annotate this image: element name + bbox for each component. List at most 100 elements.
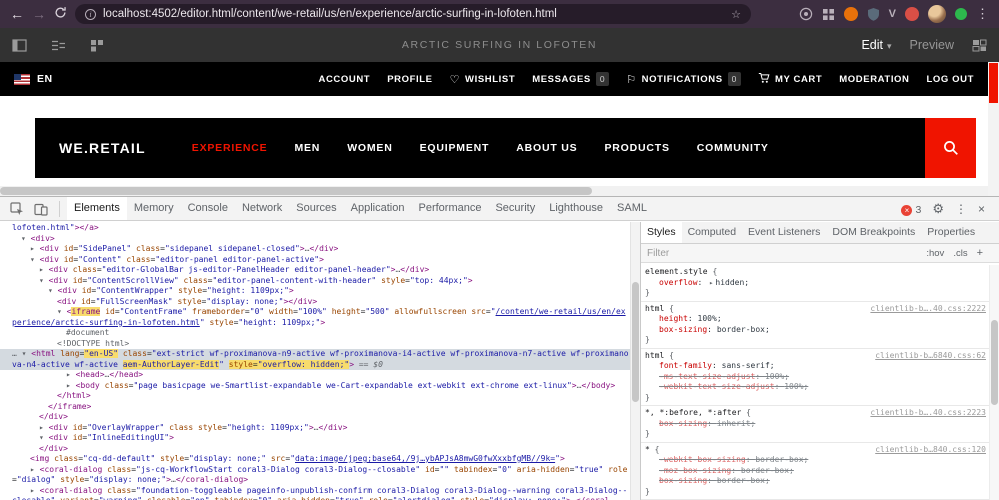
expand-arrow-icon[interactable]: ▾ — [57, 307, 67, 316]
browser-menu-icon[interactable]: ⋮ — [976, 6, 989, 22]
reload-button[interactable] — [54, 0, 67, 28]
page-horizontal-scrollbar-thumb[interactable] — [0, 187, 592, 195]
devtools-tab-console[interactable]: Console — [181, 197, 235, 220]
profile-status-dot[interactable] — [955, 8, 967, 20]
device-toolbar-icon[interactable] — [30, 198, 52, 220]
site-info-icon[interactable]: i — [85, 8, 96, 20]
cast-icon[interactable] — [799, 7, 813, 21]
expand-arrow-icon[interactable]: ▾ — [22, 349, 32, 358]
rule-selector[interactable]: html — [645, 351, 664, 360]
devtools-tab-network[interactable]: Network — [235, 197, 289, 220]
utility-item-moderation[interactable]: MODERATION — [839, 74, 909, 85]
page-vertical-scrollbar[interactable] — [988, 62, 999, 196]
dom-line[interactable]: ▾ <div id="InlineEditingUI"> — [0, 433, 630, 444]
devtools-close-icon[interactable]: × — [978, 202, 985, 216]
expand-arrow-icon[interactable]: ▸ — [30, 244, 40, 253]
dom-line[interactable]: ▸ <body class="page basicpage we-Smartli… — [0, 381, 630, 392]
locale-flag-icon[interactable] — [14, 73, 30, 85]
extension-orange-icon[interactable] — [843, 7, 858, 21]
error-badge[interactable]: × 3 — [901, 200, 921, 218]
search-button[interactable] — [925, 118, 976, 178]
stylesheet-link[interactable]: clientlib-b…6840.css:62 — [875, 351, 986, 362]
forward-button[interactable]: → — [32, 0, 46, 28]
expand-arrow-icon[interactable]: ▾ — [39, 433, 49, 442]
dom-line[interactable]: ▸ <coral-dialog class="js-cq-WorkflowSta… — [0, 465, 630, 486]
css-property[interactable]: box-sizing: border-box; — [645, 476, 986, 487]
expand-arrow-icon[interactable]: ▸ — [30, 486, 40, 495]
devtools-menu-icon[interactable]: ⋮ — [955, 202, 967, 216]
new-style-rule-button[interactable]: + — [977, 247, 983, 259]
components-icon[interactable] — [90, 39, 104, 52]
stylesheet-link[interactable]: clientlib-b…840.css:120 — [875, 445, 986, 456]
stylesheet-link[interactable]: clientlib-b….40.css:2223 — [870, 408, 986, 419]
utility-item-profile[interactable]: PROFILE — [387, 74, 432, 85]
bookmark-star-icon[interactable]: ☆ — [731, 8, 741, 21]
rule-selector[interactable]: element.style — [645, 267, 708, 276]
styles-sidebar-tab-styles[interactable]: Styles — [641, 222, 682, 243]
devtools-tab-security[interactable]: Security — [488, 197, 542, 220]
inspect-element-icon[interactable] — [6, 198, 28, 220]
dom-line[interactable]: #document — [0, 328, 630, 339]
elements-scrollbar[interactable] — [630, 222, 640, 500]
dom-line-selected[interactable]: … ▾ <html lang="en-US" class="ext-strict… — [0, 349, 630, 370]
class-toggle[interactable]: .cls — [953, 248, 967, 259]
css-property[interactable]: font-family: sans-serif; — [645, 361, 986, 372]
dom-line[interactable]: ▸ <div id="SidePanel" class="sidepanel s… — [0, 244, 630, 255]
styles-sidebar-tab-event-listeners[interactable]: Event Listeners — [742, 222, 826, 243]
utility-item-wishlist[interactable]: ♡ WISHLIST — [450, 73, 516, 86]
devtools-tab-elements[interactable]: Elements — [67, 197, 127, 220]
nav-item-experience[interactable]: EXPERIENCE — [192, 142, 268, 154]
expand-arrow-icon[interactable]: ▸ — [66, 370, 76, 379]
css-property[interactable]: -ms-text-size-adjust: 100%; — [645, 372, 986, 383]
avatar[interactable] — [928, 5, 946, 23]
expand-arrow-icon[interactable]: ▸ — [66, 381, 76, 390]
styles-scrollbar[interactable] — [989, 265, 999, 500]
devtools-tab-performance[interactable]: Performance — [411, 197, 488, 220]
dom-line[interactable]: </div> — [0, 444, 630, 455]
content-tree-icon[interactable] — [51, 39, 66, 52]
devtools-tab-application[interactable]: Application — [344, 197, 412, 220]
site-logo[interactable]: WE.RETAIL — [59, 140, 146, 156]
extension-shield-icon[interactable] — [867, 7, 880, 21]
expand-arrow-icon[interactable]: ▸ — [39, 423, 49, 432]
dom-line[interactable]: ▾ <div> — [0, 234, 630, 245]
expand-arrow-icon[interactable]: ▾ — [48, 286, 58, 295]
utility-item-account[interactable]: ACCOUNT — [318, 74, 370, 85]
dom-line[interactable]: </iframe> — [0, 402, 630, 413]
extension-red-icon[interactable] — [905, 7, 919, 21]
back-button[interactable]: ← — [10, 0, 24, 28]
page-vertical-scrollbar-thumb[interactable] — [989, 63, 998, 103]
dom-line[interactable]: </html> — [0, 391, 630, 402]
side-panel-toggle-icon[interactable] — [12, 38, 27, 52]
dom-line[interactable]: <!DOCTYPE html> — [0, 339, 630, 350]
url-text[interactable]: localhost:4502/editor.html/content/we-re… — [103, 8, 724, 20]
css-property[interactable]: -webkit-text-size-adjust: 100%; — [645, 382, 986, 393]
extension-v-icon[interactable]: V — [889, 8, 896, 20]
dom-line[interactable]: <img class="cq-dd-default" style="displa… — [0, 454, 630, 465]
dom-line[interactable]: ▾ <div id="ContentScrollView" class="edi… — [0, 276, 630, 287]
nav-item-equipment[interactable]: EQUIPMENT — [420, 142, 490, 154]
annotate-icon[interactable] — [972, 39, 987, 52]
styles-filter-input[interactable]: Filter — [647, 248, 926, 259]
stylesheet-link[interactable]: clientlib-b….40.css:2222 — [870, 304, 986, 315]
nav-item-men[interactable]: MEN — [294, 142, 320, 154]
nav-item-products[interactable]: PRODUCTS — [604, 142, 669, 154]
nav-item-women[interactable]: WOMEN — [347, 142, 392, 154]
dom-line[interactable]: ▾ <div id="Content" class="editor-panel … — [0, 255, 630, 266]
dom-line[interactable]: ▸ <head>…</head> — [0, 370, 630, 381]
pseudo-state-toggle[interactable]: :hov — [926, 248, 944, 259]
css-property[interactable]: -webkit-box-sizing: border-box; — [645, 455, 986, 466]
locale-label[interactable]: EN — [37, 73, 53, 85]
devtools-tab-memory[interactable]: Memory — [127, 197, 181, 220]
dom-line[interactable]: ▸ <coral-dialog class="foundation-toggle… — [0, 486, 630, 500]
devtools-tab-lighthouse[interactable]: Lighthouse — [542, 197, 610, 220]
settings-gear-icon[interactable]: ⚙ — [932, 201, 944, 217]
styles-sidebar-tab-dom-breakpoints[interactable]: DOM Breakpoints — [826, 222, 921, 243]
dom-line[interactable]: ▸ <div id="OverlayWrapper" class style="… — [0, 423, 630, 434]
expand-arrow-icon[interactable]: ▸ — [39, 265, 49, 274]
nav-item-about-us[interactable]: ABOUT US — [516, 142, 577, 154]
dom-line[interactable]: ▾ <iframe id="ContentFrame" frameborder=… — [0, 307, 630, 328]
expand-arrow-icon[interactable]: ▾ — [30, 255, 40, 264]
page-horizontal-scrollbar[interactable] — [0, 186, 988, 196]
rule-selector[interactable]: html — [645, 304, 664, 313]
